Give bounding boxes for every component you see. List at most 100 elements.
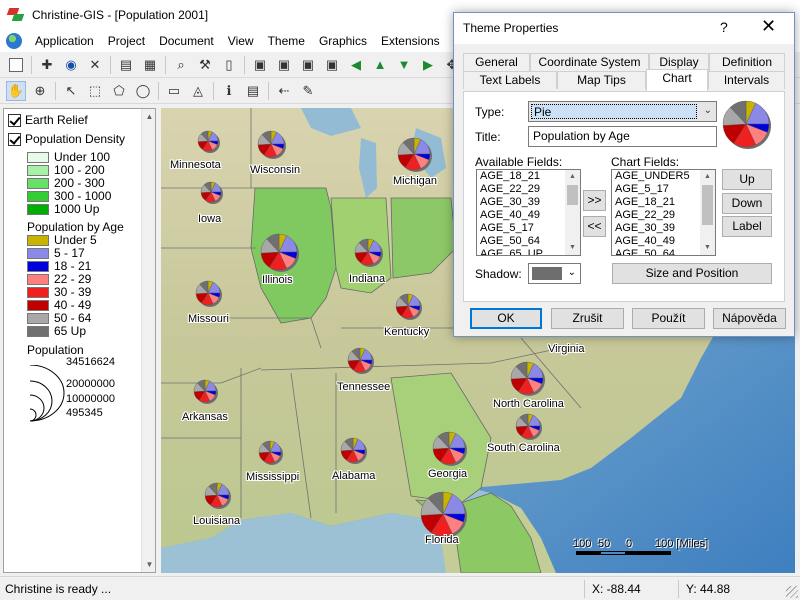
move-up-button[interactable]: Up xyxy=(722,169,772,190)
tab-map-tips[interactable]: Map Tips xyxy=(557,71,646,89)
menu-extensions[interactable]: Extensions xyxy=(374,30,447,52)
label-icon[interactable]: ▤ xyxy=(243,81,263,101)
chart-title-input[interactable]: Population by Age xyxy=(528,126,717,147)
chart-type-select[interactable]: Pie ⌄ xyxy=(528,101,717,122)
menu-project[interactable]: Project xyxy=(101,30,152,52)
layer-checkbox[interactable] xyxy=(8,113,21,127)
legend-swatch xyxy=(27,260,49,272)
dialog-close-button[interactable]: ✕ xyxy=(761,16,776,37)
state-label: Michigan xyxy=(393,175,438,187)
table-icon[interactable]: ▦ xyxy=(140,55,160,75)
density-legend-item: 300 - 1000 xyxy=(27,189,112,203)
population-legend-title: Population xyxy=(27,343,84,357)
select-feature-icon[interactable]: ↖ xyxy=(61,81,81,101)
dialog-titlebar: Theme Properties ? ✕ xyxy=(454,13,794,44)
layer-checkbox[interactable] xyxy=(8,132,21,146)
edit-icon[interactable]: ✎ xyxy=(298,81,318,101)
shadow-color-swatch xyxy=(532,267,562,280)
pan-hand-icon[interactable]: ✋ xyxy=(6,80,26,101)
layout4-icon[interactable]: ▣ xyxy=(322,55,342,75)
menu-graphics[interactable]: Graphics xyxy=(312,30,374,52)
vehicle-icon[interactable]: ▭ xyxy=(164,81,184,101)
tab-text-labels[interactable]: Text Labels xyxy=(463,71,557,89)
tab-general[interactable]: General xyxy=(463,53,530,71)
legend-swatch xyxy=(27,312,49,324)
toolbar-separator xyxy=(158,81,159,100)
menu-application[interactable]: Application xyxy=(28,30,101,52)
state-label: Alabama xyxy=(332,470,376,482)
chevron-down-icon: ⌄ xyxy=(703,105,712,116)
move-down-button[interactable]: Down xyxy=(722,193,772,214)
measure-icon[interactable]: ◬ xyxy=(188,81,208,101)
shadow-color-select[interactable]: ⌄ xyxy=(528,263,581,284)
tab-definition[interactable]: Definition xyxy=(709,53,785,71)
select-circle-icon[interactable]: ◯ xyxy=(133,81,153,101)
state-label: Illinois xyxy=(262,274,293,286)
state-label: Louisiana xyxy=(193,515,241,527)
scroll-down-icon[interactable]: ▼ xyxy=(142,557,155,572)
legend-scrollbar[interactable]: ▲ ▼ xyxy=(141,109,155,572)
scale-labels: 100 50 0 100 [Miles] xyxy=(573,538,773,552)
legend-label: 50 - 64 xyxy=(54,311,92,325)
tab-intervals[interactable]: Intervals xyxy=(708,71,785,89)
hammer-icon[interactable]: ⚒ xyxy=(195,55,215,75)
properties-icon[interactable]: ▤ xyxy=(116,55,136,75)
layout2-icon[interactable]: ▣ xyxy=(274,55,294,75)
ok-button[interactable]: OK xyxy=(470,308,542,329)
menu-document[interactable]: Document xyxy=(152,30,221,52)
pointer-icon[interactable]: ⇠ xyxy=(274,81,294,101)
add-layer-icon[interactable]: ◉ xyxy=(61,55,81,75)
cancel-button[interactable]: Zrušit xyxy=(551,308,624,329)
tab-coordinate-system[interactable]: Coordinate System xyxy=(530,53,649,71)
move-up-icon[interactable]: ▲ xyxy=(370,55,390,75)
menu-theme[interactable]: Theme xyxy=(261,30,312,52)
state-label: Florida xyxy=(425,534,459,546)
legend-swatch xyxy=(27,190,49,202)
layer-earth-relief[interactable]: Earth Relief xyxy=(8,113,88,127)
layout-icon[interactable]: ▣ xyxy=(250,55,270,75)
scroll-up-icon[interactable]: ▲ xyxy=(142,109,155,124)
size-and-position-button[interactable]: Size and Position xyxy=(612,263,772,284)
chart-type-value: Pie xyxy=(531,104,697,119)
chart-fields-list[interactable]: AGE_UNDER5 AGE_5_17 AGE_18_21 AGE_22_29 AGE_… xyxy=(611,169,716,256)
select-poly-icon[interactable]: ⬠ xyxy=(109,81,129,101)
age-legend-item: 50 - 64 xyxy=(27,311,92,325)
help-button[interactable]: Nápověda xyxy=(713,308,786,329)
dialog-help-button[interactable]: ? xyxy=(720,19,728,35)
chart-fields-scrollbar[interactable]: ▲ ▼ xyxy=(700,170,715,255)
available-fields-scrollbar[interactable]: ▲ ▼ xyxy=(565,170,580,255)
binoculars-icon[interactable]: ⌕ xyxy=(171,55,191,75)
scroll-down-icon[interactable]: ▼ xyxy=(700,241,715,255)
layer-population-density[interactable]: Population Density xyxy=(8,132,125,146)
globe-icon[interactable] xyxy=(6,33,22,49)
legend-label: 300 - 1000 xyxy=(54,189,112,203)
state-label: Kentucky xyxy=(384,326,430,338)
page-icon[interactable]: ▯ xyxy=(219,55,239,75)
move-left-icon[interactable]: ◀ xyxy=(346,55,366,75)
add-theme-icon[interactable]: ✚ xyxy=(37,55,57,75)
available-fields-list[interactable]: AGE_18_21 AGE_22_29 AGE_30_39 AGE_40_49 AGE_… xyxy=(476,169,581,256)
age-legend-item: Under 5 xyxy=(27,233,97,247)
label-button[interactable]: Label xyxy=(722,216,772,237)
scroll-up-icon[interactable]: ▲ xyxy=(565,170,580,184)
legend-swatch xyxy=(27,203,49,215)
apply-button[interactable]: Použít xyxy=(632,308,705,329)
zoom-icon[interactable]: ⊕ xyxy=(30,81,50,101)
delete-icon[interactable]: ✕ xyxy=(85,55,105,75)
move-right-icon[interactable]: ▶ xyxy=(418,55,438,75)
remove-field-button[interactable]: << xyxy=(583,216,606,237)
state-label: Georgia xyxy=(428,468,468,480)
move-down-icon[interactable]: ▼ xyxy=(394,55,414,75)
info-icon[interactable]: ℹ xyxy=(219,81,239,101)
scroll-up-icon[interactable]: ▲ xyxy=(700,170,715,184)
shadow-label: Shadow: xyxy=(475,267,522,281)
add-field-button[interactable]: >> xyxy=(583,190,606,211)
select-rect-icon[interactable]: ⬚ xyxy=(85,81,105,101)
tab-chart[interactable]: Chart xyxy=(646,69,708,91)
age-legend-item: 22 - 29 xyxy=(27,272,91,286)
layout3-icon[interactable]: ▣ xyxy=(298,55,318,75)
resize-grip-icon[interactable] xyxy=(786,586,798,598)
save-icon[interactable] xyxy=(6,55,26,75)
scroll-down-icon[interactable]: ▼ xyxy=(565,241,580,255)
menu-view[interactable]: View xyxy=(221,30,261,52)
